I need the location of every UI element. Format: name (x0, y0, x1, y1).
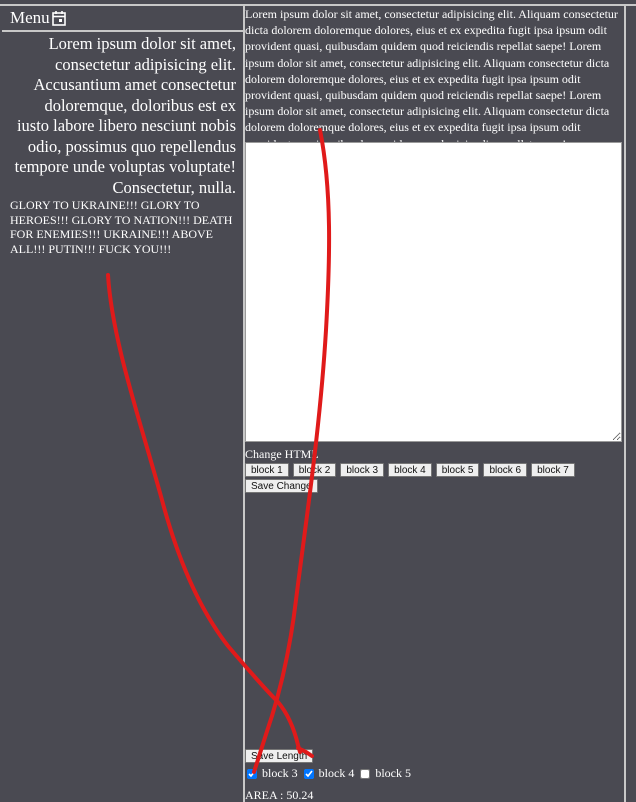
checkbox-block-3-input[interactable] (247, 768, 257, 779)
sidebar-glory-text: GLORY TO UKRAINE!!! GLORY TO HEROES!!! G… (10, 198, 233, 256)
block-6-button[interactable]: block 6 (483, 463, 528, 477)
block-5-button[interactable]: block 5 (435, 463, 480, 477)
sidebar-text: Lorem ipsum dolor sit amet, consectetur … (14, 34, 236, 197)
main-content: Lorem ipsum dolor sit amet, consectetur … (245, 6, 624, 802)
checkbox-block-3-label: block 3 (262, 766, 298, 780)
block-7-button[interactable]: block 7 (531, 463, 575, 477)
block-checkboxes: block 3 block 4 block 5 (247, 766, 417, 781)
sidebar: Menu Lorem ipsum dolor sit amet, consect… (2, 6, 245, 802)
checkbox-block-5[interactable]: block 5 (360, 766, 411, 781)
area-readout: AREA : 50.24 (245, 788, 314, 802)
block-1-button[interactable]: block 1 (245, 463, 289, 477)
content-paragraph: Lorem ipsum dolor sit amet, consectetur … (245, 7, 618, 142)
right-edge-divider (624, 6, 626, 802)
save-change-button[interactable]: Save Change (245, 479, 318, 493)
checkbox-block-4-input[interactable] (303, 768, 314, 779)
block-2-button[interactable]: block 2 (292, 463, 337, 477)
menu-label[interactable]: Menu (10, 8, 50, 28)
checkbox-block-5-input[interactable] (360, 768, 371, 779)
html-editor-textarea[interactable] (245, 142, 622, 442)
checkbox-block-3[interactable]: block 3 (247, 766, 298, 781)
page: Menu Lorem ipsum dolor sit amet, consect… (0, 0, 636, 802)
checkbox-block-4[interactable]: block 4 (303, 766, 355, 781)
calendar-icon[interactable] (51, 10, 66, 26)
block-3-button[interactable]: block 3 (340, 463, 385, 477)
block-4-button[interactable]: block 4 (388, 463, 432, 477)
save-length-button[interactable]: Save Length (245, 749, 314, 763)
block-buttons-row: block 1 block 2 block 3 block 4 block 5 … (245, 463, 579, 477)
menu-bar[interactable]: Menu (2, 6, 243, 32)
checkbox-block-5-label: block 5 (375, 766, 412, 780)
checkbox-block-4-label: block 4 (318, 766, 355, 780)
change-html-label: Change HTML (245, 447, 319, 461)
